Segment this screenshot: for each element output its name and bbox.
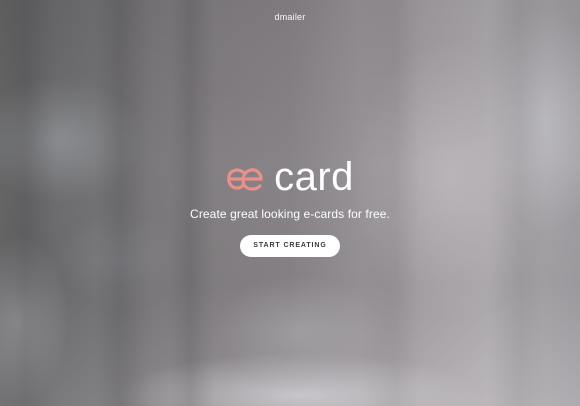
logo-text: card (274, 155, 354, 199)
logo: card (226, 155, 354, 199)
hero-section: card Create great looking e-cards for fr… (0, 155, 580, 257)
tagline: Create great looking e-cards for free. (190, 207, 390, 221)
brand-name[interactable]: dmailer (0, 12, 580, 22)
ae-ligature-logo-icon (226, 166, 264, 194)
start-creating-button[interactable]: START CREATING (240, 235, 340, 257)
